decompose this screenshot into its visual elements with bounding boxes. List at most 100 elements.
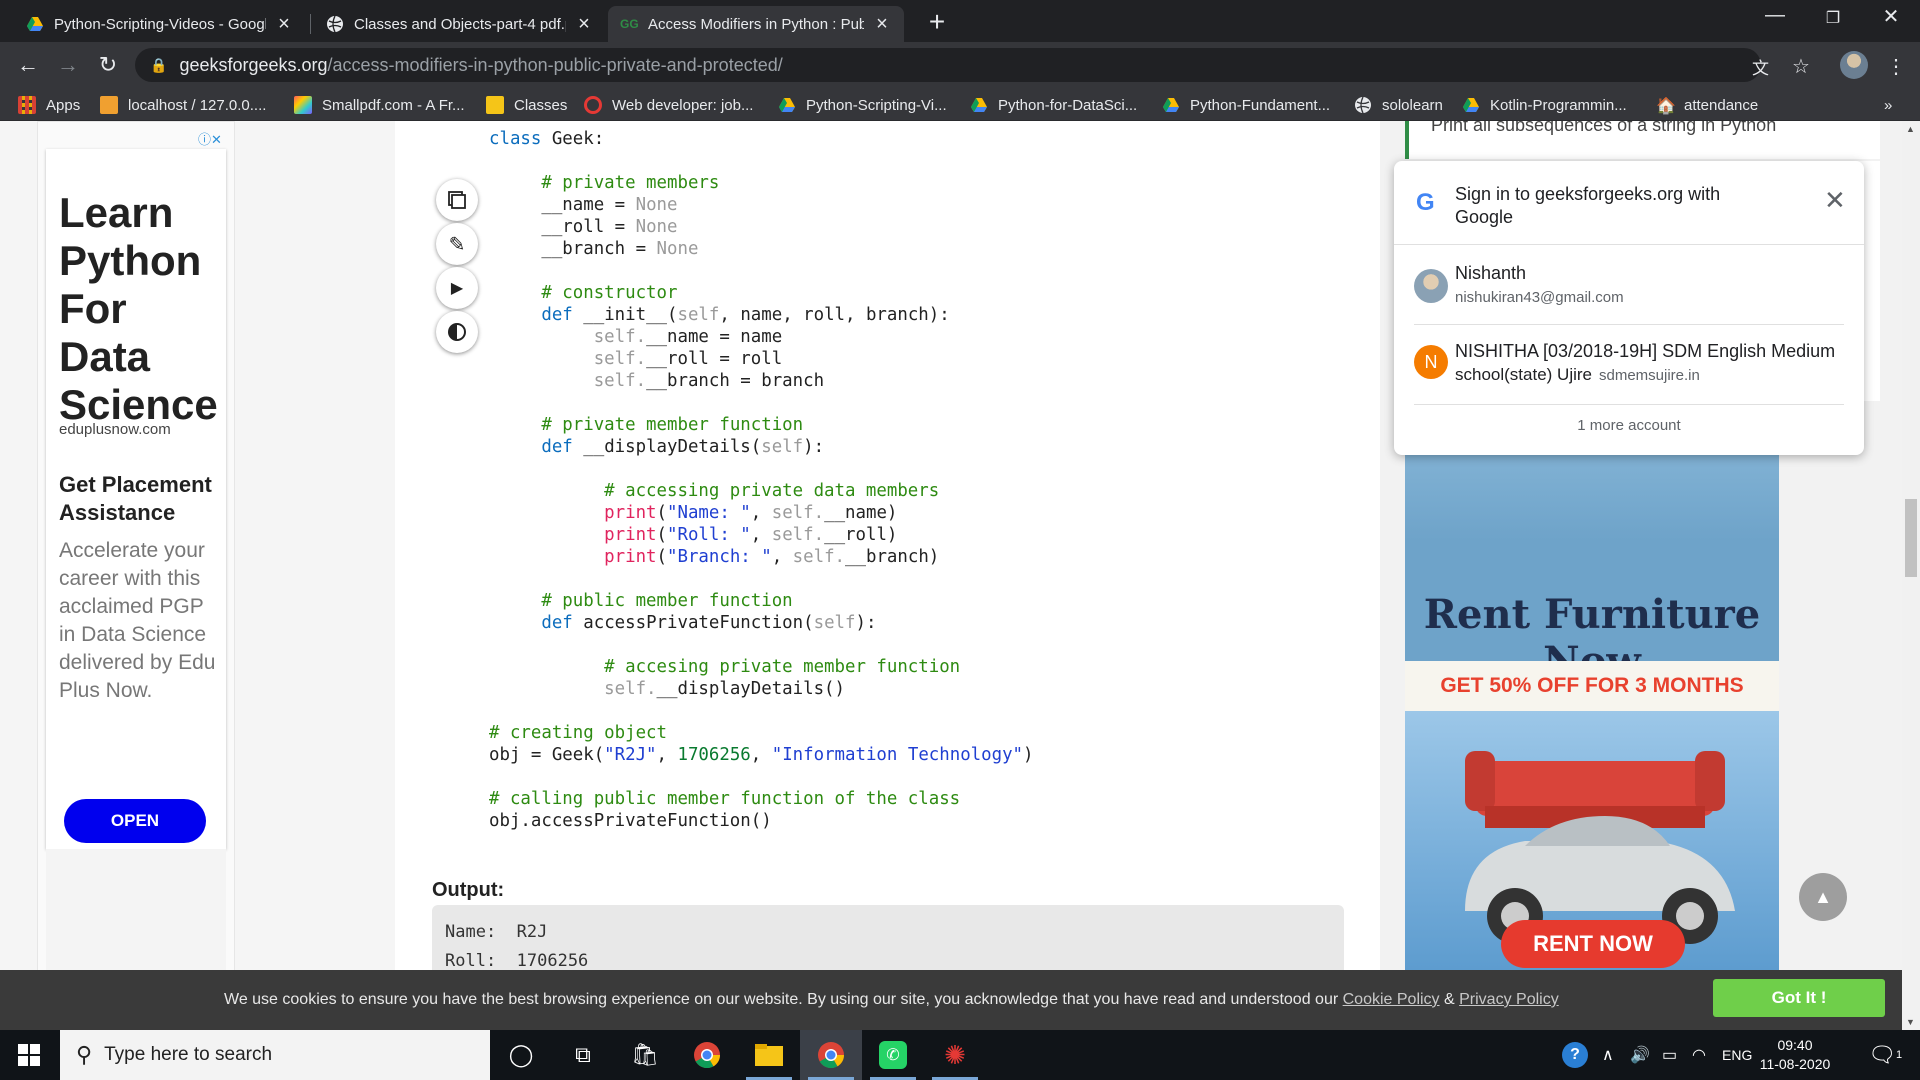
taskbar-search-input[interactable]: ⚲ Type here to search: [60, 1030, 490, 1080]
bookmark-web-developer[interactable]: Web developer: job...: [584, 95, 753, 115]
adchoices-icon[interactable]: ⓘ✕: [198, 129, 222, 148]
ad-domain: eduplusnow.com: [59, 421, 171, 438]
close-icon[interactable]: ✕: [1824, 185, 1846, 216]
got-it-button[interactable]: Got It !: [1713, 979, 1885, 1017]
page-scrollbar[interactable]: ▲ ▼: [1902, 121, 1920, 1030]
left-ad-card[interactable]: Learn Python For Data Science eduplusnow…: [46, 149, 226, 970]
account-name: Nishanth: [1455, 263, 1527, 283]
bookmark-python-fundamentals[interactable]: Python-Fundament...: [1162, 95, 1330, 115]
account-item[interactable]: Nishanth nishukiran43@gmail.com: [1414, 245, 1844, 325]
output-line: Roll: 1706256: [445, 951, 589, 970]
account-item[interactable]: N NISHITHA [03/2018-19H] SDM English Med…: [1414, 325, 1844, 405]
help-icon[interactable]: ?: [1562, 1030, 1588, 1080]
output-label: Output:: [432, 879, 505, 901]
chevron-up-icon[interactable]: ∧: [1602, 1030, 1614, 1080]
bookmark-kotlin[interactable]: Kotlin-Programmin...: [1462, 95, 1627, 115]
scroll-down-icon[interactable]: ▼: [1906, 1017, 1915, 1027]
bookmark-attendance[interactable]: 🏠 attendance: [1656, 95, 1759, 116]
cortana-icon[interactable]: ◯: [490, 1030, 552, 1080]
bookmark-classes[interactable]: Classes: [486, 95, 567, 115]
reload-icon[interactable]: ↻: [94, 52, 122, 78]
restore-icon[interactable]: ❐: [1810, 8, 1856, 28]
bookmark-localhost[interactable]: localhost / 127.0.0....: [100, 95, 266, 115]
bookmark-sololearn[interactable]: sololearn: [1354, 95, 1443, 115]
translate-icon[interactable]: 文: [1752, 54, 1769, 79]
code-block[interactable]: class Geek: # private members __name = N…: [489, 128, 1034, 832]
more-bookmarks-button[interactable]: »: [1884, 95, 1892, 115]
privacy-policy-link[interactable]: Privacy Policy: [1459, 991, 1559, 1008]
profile-avatar[interactable]: [1840, 51, 1868, 79]
volume-icon[interactable]: 🔊: [1630, 1030, 1650, 1080]
cookie-policy-link[interactable]: Cookie Policy: [1343, 991, 1440, 1008]
related-article-link[interactable]: Print all subsequences of a string in Py…: [1405, 121, 1880, 159]
chrome-icon[interactable]: [676, 1030, 738, 1080]
rent-now-button[interactable]: RENT NOW: [1501, 920, 1685, 968]
tab-python-scripting-videos[interactable]: Python-Scripting-Videos - Googl ×: [14, 6, 306, 42]
theme-toggle-icon[interactable]: [436, 311, 478, 353]
right-ad[interactable]: Rent Furniture Now GET 50% OFF FOR 3 MON…: [1405, 421, 1779, 970]
more-accounts-link[interactable]: 1 more account: [1394, 417, 1864, 434]
forward-icon[interactable]: →: [54, 52, 82, 78]
task-view-icon[interactable]: ⧉: [552, 1030, 614, 1080]
code-token: , name, roll, branch):: [719, 305, 950, 325]
tab-access-modifiers[interactable]: GG Access Modifiers in Python : Publ ×: [608, 6, 904, 42]
wifi-icon[interactable]: ◠: [1692, 1030, 1706, 1080]
bookmark-label: Web developer: job...: [612, 96, 754, 114]
app-icon[interactable]: ✺: [924, 1030, 986, 1080]
google-drive-icon: [27, 17, 43, 31]
code-token: print: [604, 525, 657, 545]
tab-strip: Python-Scripting-Videos - Googl × Classe…: [0, 0, 1920, 42]
whatsapp-icon[interactable]: ✆: [862, 1030, 924, 1080]
ad-open-button[interactable]: OPEN: [64, 799, 206, 843]
notification-center-icon[interactable]: 🗨1: [1868, 1042, 1902, 1068]
code-token: None: [635, 217, 678, 237]
scroll-to-top-button[interactable]: ▲: [1799, 873, 1847, 921]
minimize-icon[interactable]: —: [1752, 4, 1798, 27]
code-token: =: [625, 239, 657, 259]
close-window-icon[interactable]: ✕: [1868, 4, 1914, 29]
close-tab-icon[interactable]: ×: [574, 13, 594, 36]
chrome-icon[interactable]: [800, 1030, 862, 1080]
code-token: __roll): [824, 525, 898, 545]
store-icon[interactable]: 🛍: [614, 1030, 676, 1080]
code-comment: # constructor: [541, 283, 678, 303]
code-token: obj.accessPrivateFunction(): [489, 811, 772, 831]
bookmark-label: attendance: [1684, 96, 1759, 114]
close-tab-icon[interactable]: ×: [872, 13, 892, 36]
system-clock[interactable]: 09:40 11-08-2020: [1755, 1036, 1835, 1074]
code-token: self: [677, 305, 720, 325]
run-code-icon[interactable]: ▶: [436, 267, 478, 309]
scrollbar-thumb[interactable]: [1905, 499, 1917, 577]
bookmark-python-scripting[interactable]: Python-Scripting-Vi...: [778, 95, 947, 115]
bookmark-python-datascience[interactable]: Python-for-DataSci...: [970, 95, 1137, 115]
file-explorer-icon[interactable]: [738, 1030, 800, 1080]
code-comment: # public member function: [541, 591, 793, 611]
code-token: def: [541, 613, 573, 633]
url-path: /access-modifiers-in-python-public-priva…: [327, 54, 783, 75]
menu-kebab-icon[interactable]: ⋮: [1886, 54, 1906, 79]
bookmark-star-icon[interactable]: ☆: [1792, 54, 1810, 79]
cookie-text: We use cookies to ensure you have the be…: [224, 991, 1343, 1008]
code-token: __branch = branch: [646, 371, 825, 391]
edit-code-icon[interactable]: ✎: [436, 223, 478, 265]
code-token: __branch: [541, 239, 626, 259]
battery-icon[interactable]: ▭: [1662, 1030, 1677, 1080]
copy-code-icon[interactable]: [436, 179, 478, 221]
tab-classes-objects-pdf[interactable]: Classes and Objects-part-4 pdf.p ×: [314, 6, 606, 42]
web-page: ⓘ✕ Learn Python For Data Science eduplus…: [0, 121, 1902, 970]
scroll-up-icon[interactable]: ▲: [1906, 124, 1915, 134]
address-bar[interactable]: 🔒 geeksforgeeks.org /access-modifiers-in…: [135, 48, 1761, 82]
code-token: self: [813, 613, 856, 633]
tab-title: Access Modifiers in Python : Publ: [648, 15, 864, 33]
back-icon[interactable]: ←: [14, 52, 42, 78]
new-tab-button[interactable]: +: [922, 6, 952, 38]
code-token: self: [761, 437, 804, 457]
close-tab-icon[interactable]: ×: [274, 13, 294, 36]
code-token: accessPrivateFunction(: [572, 613, 814, 633]
bookmark-smallpdf[interactable]: Smallpdf.com - A Fr...: [294, 95, 465, 115]
notification-count: 1: [1895, 1049, 1903, 1061]
folder-icon: [486, 96, 504, 114]
windows-start-icon[interactable]: [0, 1030, 58, 1080]
bookmark-apps[interactable]: Apps: [18, 95, 80, 115]
language-indicator[interactable]: ENG: [1722, 1030, 1752, 1080]
